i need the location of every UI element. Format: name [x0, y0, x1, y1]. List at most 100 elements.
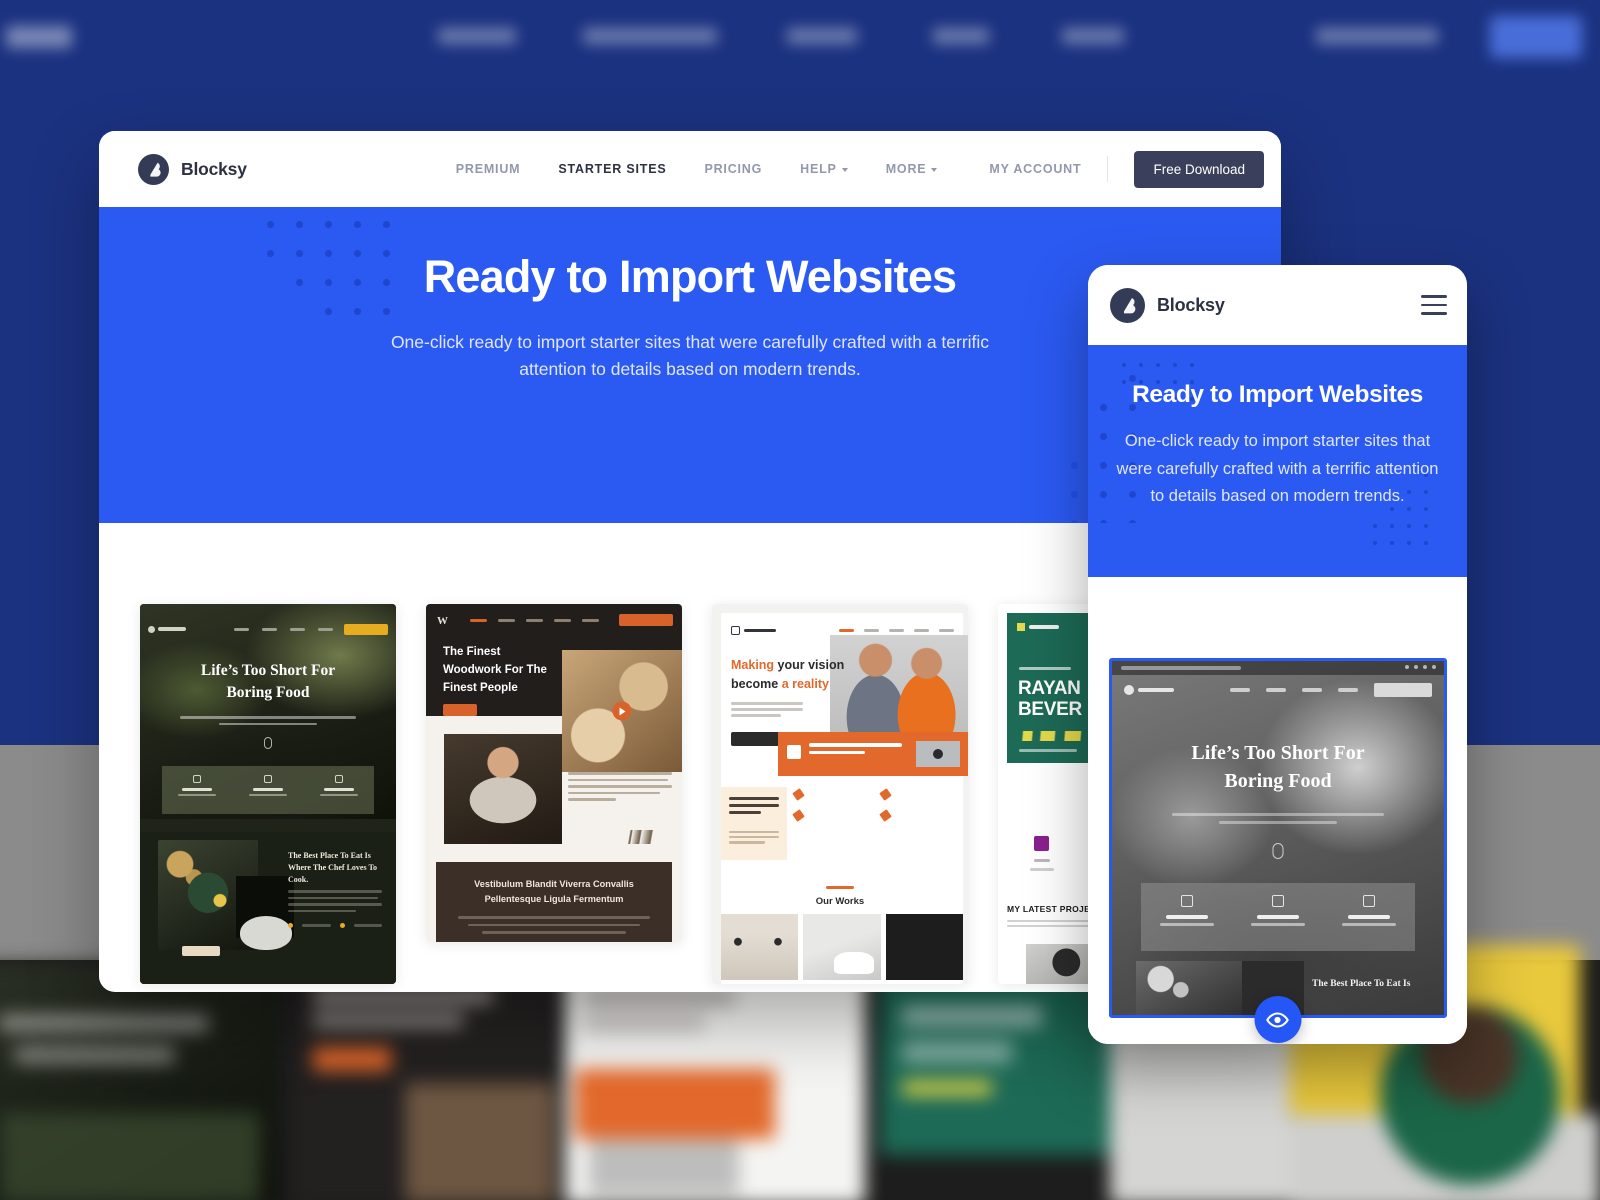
mobile-phone-mockup: Blocksy Ready to Import Websites One-cli…	[1088, 265, 1467, 1044]
scroll-indicator-icon	[1272, 843, 1284, 859]
calendar-icon	[264, 775, 272, 783]
blocksy-logo-icon	[138, 153, 169, 185]
renovation-works-section: Our Works	[712, 886, 968, 907]
preview-headline-line2: Boring Food	[1224, 770, 1332, 793]
restaurant-section-text: The Best Place To Eat Is Where The Chef …	[288, 850, 382, 928]
renovation-header	[731, 626, 954, 635]
woodwork-video-thumbnail	[562, 650, 682, 772]
renovation-headline-word2: your vision	[777, 658, 845, 672]
renovation-gallery	[721, 914, 963, 980]
feature-wall-framing	[792, 809, 871, 822]
nav-item-starter-sites[interactable]: STARTER SITES	[558, 162, 666, 176]
feature-book-a-table	[1232, 883, 1323, 951]
mobile-hero-section: Ready to Import Websites One-click ready…	[1088, 345, 1467, 577]
renovation-banner-photo	[916, 741, 960, 767]
restaurant-headline: Life’s Too Short For Boring Food	[140, 660, 396, 705]
nav-item-more[interactable]: MORE	[886, 162, 938, 176]
scroll-indicator-icon	[264, 737, 272, 749]
hammer-icon	[792, 788, 805, 801]
nav-label: PRICING	[704, 162, 763, 176]
rayan-headline-line1: RAYAN	[1018, 678, 1081, 699]
renovation-logo-icon	[731, 626, 740, 635]
woodwork-band-heading: Vestibulum Blandit Viverra Convallis Pel…	[436, 862, 672, 906]
rayan-eyebrow	[1019, 667, 1071, 670]
site-navigation-bar: Blocksy PREMIUM STARTER SITES PRICING HE…	[99, 131, 1281, 207]
woodwork-signature	[620, 830, 668, 844]
preview-feature-bar	[1141, 883, 1415, 951]
restaurant-header	[140, 616, 396, 642]
starter-site-card-woodwork[interactable]: W The Finest Woodwork For The Finest Peo…	[426, 604, 682, 942]
woodwork-quote-text	[568, 772, 672, 805]
renovation-headline-word1: Making	[731, 658, 775, 672]
restaurant-section-heading: The Best Place To Eat Is Where The Chef …	[288, 851, 378, 884]
check-icon	[787, 745, 801, 759]
background-nav-item	[1316, 28, 1438, 44]
woodwork-band-section: Vestibulum Blandit Viverra Convallis Pel…	[436, 862, 672, 942]
renovation-hero-paragraph	[731, 702, 803, 720]
background-cta-button	[1490, 16, 1582, 58]
renovation-headline-word3: become	[731, 676, 779, 691]
preview-headline: Life’s Too Short For Boring Food	[1112, 739, 1444, 796]
preview-dish-photo	[1136, 961, 1248, 1015]
mobile-hero-subtitle: One-click ready to import starter sites …	[1116, 432, 1439, 506]
woodwork-headline: The Finest Woodwork For The Finest Peopl…	[443, 644, 547, 697]
background-nav-item	[1062, 28, 1124, 44]
restaurant-cta-button	[344, 623, 388, 635]
mobile-starter-site-preview-card[interactable]: Life’s Too Short For Boring Food The Bes…	[1109, 658, 1447, 1018]
renovation-beige-box	[721, 787, 787, 860]
clock-icon	[193, 775, 202, 783]
trowel-icon	[879, 788, 892, 801]
rayan-squiggle	[1019, 731, 1099, 741]
background-card-restaurant	[0, 963, 280, 1200]
section-divider	[826, 886, 854, 889]
free-download-button[interactable]: Free Download	[1134, 150, 1264, 188]
preview-paragraph	[1172, 813, 1384, 829]
hero-title: Ready to Import Websites	[423, 251, 957, 302]
feature-best-menu	[303, 766, 374, 814]
restaurant-badge	[182, 946, 220, 956]
background-nav-item	[583, 28, 717, 44]
renovation-orange-banner	[778, 732, 968, 776]
background-nav-item	[438, 28, 516, 44]
feature-work-hours	[162, 766, 233, 814]
main-menu: PREMIUM STARTER SITES PRICING HELP MORE	[456, 162, 938, 176]
restaurant-headline-line2: Boring Food	[226, 684, 310, 702]
mobile-body: Life’s Too Short For Boring Food The Bes…	[1088, 577, 1467, 1044]
starter-site-card-restaurant[interactable]: Life’s Too Short For Boring Food The Bes…	[140, 604, 396, 984]
renovation-headline-word4: a reality	[781, 676, 829, 691]
gallery-image-living-room	[721, 914, 799, 980]
nav-item-pricing[interactable]: PRICING	[704, 162, 762, 176]
rayan-client-logo	[1034, 836, 1049, 851]
wrench-icon	[792, 809, 805, 822]
woodwork-headline-line1: The Finest	[443, 646, 501, 658]
rayan-headline-line2: BEVER	[1018, 698, 1082, 720]
renovation-works-heading: Our Works	[815, 895, 865, 907]
woodwork-band-line1: Vestibulum Blandit Viverra Convallis	[474, 879, 634, 889]
rayan-headline: RAYAN BEVER	[1018, 678, 1082, 720]
hamburger-menu-icon[interactable]	[1421, 295, 1447, 315]
menu-book-icon	[1363, 895, 1376, 907]
feature-work-hours	[1141, 883, 1232, 951]
restaurant-hero-paragraph	[180, 716, 356, 729]
renovation-team-photo	[830, 635, 968, 740]
woodwork-hero-button	[443, 704, 477, 716]
feature-basement-remodel	[792, 788, 871, 801]
brand-logo[interactable]: Blocksy	[138, 153, 247, 185]
nav-label: PREMIUM	[455, 162, 521, 176]
hero-subtitle: One-click ready to import starter sites …	[390, 331, 990, 379]
woodwork-logo: W	[437, 615, 448, 627]
brush-icon	[879, 809, 892, 822]
nav-item-premium[interactable]: PREMIUM	[456, 162, 521, 176]
feature-best-menu	[1324, 883, 1415, 951]
nav-label: MORE	[885, 162, 927, 176]
preview-topbar	[1112, 661, 1444, 675]
background-nav-item	[933, 28, 989, 44]
woodwork-cta-button	[619, 614, 673, 626]
eye-preview-icon[interactable]	[1254, 996, 1301, 1043]
nav-item-help[interactable]: HELP	[800, 162, 848, 176]
my-account-link[interactable]: MY ACCOUNT	[989, 162, 1107, 176]
nav-divider	[1107, 156, 1109, 182]
restaurant-headline-line1: Life’s Too Short For	[200, 662, 336, 679]
starter-site-card-renovation[interactable]: Making your vision become a reality Our …	[712, 604, 968, 984]
brand-name: Blocksy	[181, 158, 247, 179]
